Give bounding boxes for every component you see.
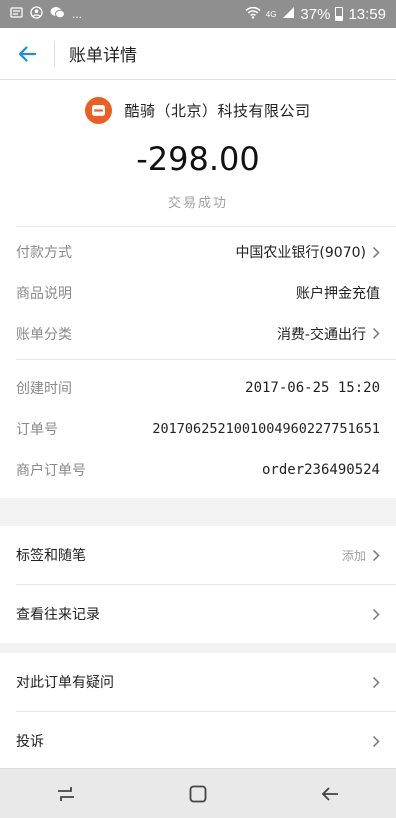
app-header: 账单详情	[0, 28, 396, 80]
home-button[interactable]	[168, 769, 228, 818]
merchant-logo	[85, 97, 113, 124]
order-number-row: 订单号 20170625210010049602277516​51	[0, 409, 396, 450]
tags-add-hint: 添加	[341, 548, 366, 563]
header-divider	[54, 40, 55, 67]
status-more: ...	[72, 7, 83, 21]
menu-card-2: 对此订单有疑问 投诉	[0, 653, 396, 770]
created-time-label: 创建时间	[16, 381, 72, 398]
merchant-order-number-value: order236490524	[261, 461, 380, 478]
system-back-icon	[321, 786, 338, 801]
notification-icon	[10, 6, 23, 22]
section-gap	[0, 512, 396, 526]
wifi-icon	[245, 6, 261, 23]
recent-apps-button[interactable]	[36, 769, 96, 818]
merchant-logo-icon	[92, 105, 106, 116]
detail-card: 付款方式 中国农业银行(9070) 商品说明 账户押金充值 账单分类 消费-交通…	[0, 226, 396, 499]
payment-method-value-wrap: 中国农业银行(9070)	[235, 242, 380, 262]
product-desc-value: 账户押金充值	[296, 286, 380, 303]
merchant-row: 酷骑（北京）科技有限公司	[0, 97, 396, 124]
transaction-summary: 酷骑（北京）科技有限公司 -298.00 交易成功	[0, 80, 396, 226]
category-label: 账单分类	[16, 326, 72, 343]
battery-percent: 37%	[300, 5, 331, 23]
chevron-right-icon	[372, 328, 380, 340]
recent-apps-icon	[58, 786, 74, 801]
chevron-right-icon	[372, 549, 380, 561]
wechat-icon	[50, 6, 65, 22]
system-nav-bar	[0, 768, 396, 818]
merchant-order-number-label: 商户订单号	[16, 462, 86, 479]
chevron-right-icon	[372, 676, 380, 688]
battery-icon	[335, 7, 344, 21]
transaction-amount: -298.00	[136, 140, 260, 178]
order-question-row[interactable]: 对此订单有疑问	[0, 653, 396, 711]
account-icon	[30, 6, 43, 22]
home-icon	[189, 785, 207, 802]
complaint-label: 投诉	[16, 734, 44, 750]
menu-card-1: 标签和随笔 添加 查看往来记录	[0, 526, 396, 643]
chevron-right-icon	[372, 608, 380, 620]
category-value-wrap: 消费-交通出行	[277, 324, 380, 344]
back-arrow-icon	[18, 45, 37, 62]
signal-icon	[281, 6, 295, 23]
tags-notes-label: 标签和随笔	[16, 548, 86, 564]
page-title: 账单详情	[69, 46, 137, 66]
payment-method-row[interactable]: 付款方式 中国农业银行(9070)	[0, 232, 396, 273]
complaint-row[interactable]: 投诉	[0, 712, 396, 770]
created-time-row: 创建时间 2017-06-25 15:20	[0, 368, 396, 409]
network-type: 4G	[265, 9, 277, 19]
history-row[interactable]: 查看往来记录	[0, 585, 396, 643]
back-button[interactable]	[0, 28, 54, 80]
merchant-name: 酷骑（北京）科技有限公司	[124, 102, 311, 120]
section-gap	[0, 643, 396, 653]
clock: 13:59	[348, 5, 386, 23]
category-value: 消费-交通出行	[276, 326, 366, 343]
product-desc-row: 商品说明 账户押金充值	[0, 273, 396, 314]
order-question-label: 对此订单有疑问	[16, 675, 114, 691]
product-desc-label: 商品说明	[16, 286, 72, 303]
order-number-value: 20170625210010049602277516​51	[152, 421, 380, 438]
tags-notes-row[interactable]: 标签和随笔 添加	[0, 526, 396, 584]
payment-method-label: 付款方式	[16, 245, 72, 262]
chevron-right-icon	[372, 246, 380, 258]
chevron-right-icon	[372, 735, 380, 747]
status-bar: ... 4G 37% 13:59	[0, 0, 396, 28]
payment-method-value: 中国农业银行(9070)	[235, 245, 366, 262]
system-back-button[interactable]	[300, 769, 360, 818]
transaction-status: 交易成功	[167, 196, 228, 211]
category-row[interactable]: 账单分类 消费-交通出行	[0, 313, 396, 354]
history-label: 查看往来记录	[16, 607, 100, 623]
created-time-value: 2017-06-25 15:20	[245, 380, 380, 397]
order-number-label: 订单号	[16, 422, 58, 439]
merchant-order-number-row: 商户订单号 order236490524	[0, 449, 396, 490]
